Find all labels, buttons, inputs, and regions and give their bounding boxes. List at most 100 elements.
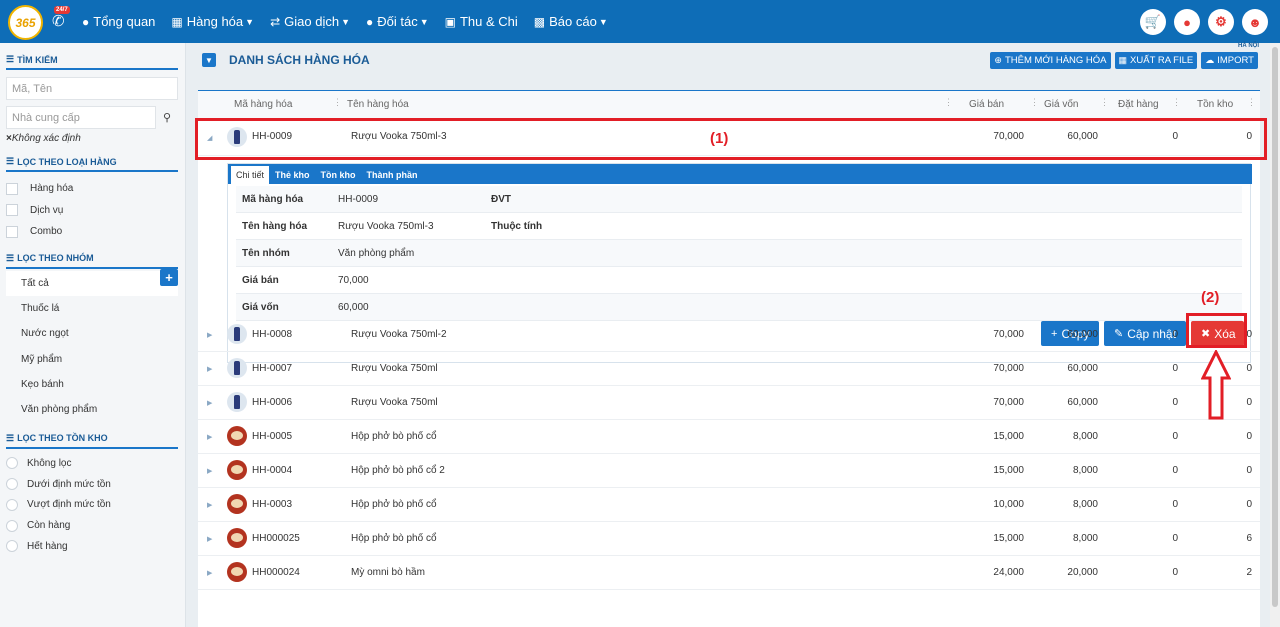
cell-code: HH-0003 [252, 499, 293, 510]
column-menu-icon[interactable]: ⋮ [333, 97, 342, 108]
expand-icon[interactable]: ▶ [207, 399, 212, 407]
detail-tabs: Chi tiết Thẻ kho Tồn kho Thành phần [228, 164, 1252, 184]
type-option-dich-vu[interactable]: Dịch vụ [6, 200, 179, 222]
nav-hang-hoa[interactable]: ▦ Hàng hóa ▼ [171, 14, 254, 29]
gear-icon[interactable]: ⚙ [1208, 9, 1234, 35]
expand-icon[interactable]: ▶ [207, 467, 212, 475]
group-item[interactable]: Thuốc lá [6, 296, 178, 321]
table-row[interactable]: ▶ HH-0006 Rượu Vooka 750ml 70,000 60,000 0 0 [198, 386, 1260, 420]
cell-cost: 8,000 [1072, 431, 1098, 442]
supplier-tag[interactable]: ×Không xác định [6, 133, 179, 144]
radio[interactable] [6, 540, 18, 553]
table-row[interactable]: ▶ HH-0007 Rượu Vooka 750ml 70,000 60,000 0 0 [198, 352, 1260, 386]
expand-icon[interactable]: ▶ [207, 535, 212, 543]
expand-icon[interactable]: ▶ [207, 569, 212, 577]
table-row[interactable]: ▶ HH-0005 Hộp phở bò phố cổ 15,000 8,000 0 0 [198, 420, 1260, 454]
checkbox[interactable] [6, 225, 18, 238]
column-header-name[interactable]: Tên hàng hóa [347, 91, 409, 119]
column-header-cost[interactable]: Giá vốn [1044, 91, 1078, 119]
stock-option[interactable]: Không lọc [6, 453, 179, 474]
type-option-combo[interactable]: Combo [6, 221, 179, 243]
detail-label: Tên nhóm [242, 248, 290, 259]
filter-sidebar: ☰ TÌM KIẾM Mã, Tên Nhà cung cấp ⚲ ×Không … [0, 43, 186, 627]
group-item[interactable]: Văn phòng phẩm [6, 397, 178, 422]
column-menu-icon[interactable]: ⋮ [944, 97, 953, 108]
stock-option[interactable]: Hết hàng [6, 536, 179, 557]
tab-ton-kho[interactable]: Tồn kho [316, 166, 361, 184]
cell-code: HH-0005 [252, 431, 293, 442]
expand-icon[interactable]: ▶ [207, 365, 212, 373]
support-badge: 24/7 [54, 6, 70, 14]
location-icon[interactable]: ● [1174, 9, 1200, 35]
nav-bao-cao[interactable]: ▩ Báo cáo ▼ [534, 14, 608, 29]
tab-the-kho[interactable]: Thẻ kho [270, 166, 315, 184]
cart-icon[interactable]: 🛒 [1140, 9, 1166, 35]
radio[interactable] [6, 478, 18, 491]
table-row[interactable]: ▶ HH000025 Hộp phở bò phố cổ 15,000 8,000 0 6 [198, 522, 1260, 556]
table-row[interactable]: ▶ HH000024 Mỳ omni bò hầm 24,000 20,000 0 2 [198, 556, 1260, 590]
group-item[interactable]: Mỹ phẩm [6, 347, 178, 372]
radio[interactable] [6, 457, 18, 470]
group-item[interactable]: Nước ngọt [6, 321, 178, 346]
nav-tong-quan[interactable]: ● Tổng quan [82, 14, 155, 29]
column-menu-icon[interactable]: ⋮ [1172, 97, 1181, 108]
phone-icon[interactable]: ✆ [52, 12, 72, 32]
checkbox[interactable] [6, 204, 18, 217]
cell-price: 70,000 [993, 329, 1024, 340]
stock-option[interactable]: Vượt định mức tồn [6, 494, 179, 515]
checkbox[interactable] [6, 182, 18, 195]
app-logo[interactable]: 365 [8, 5, 43, 40]
expand-icon[interactable]: ▶ [207, 433, 212, 441]
column-header-stock[interactable]: Tồn kho [1197, 91, 1233, 119]
radio[interactable] [6, 519, 18, 532]
add-product-button[interactable]: ⊕ THÊM MỚI HÀNG HÓA [990, 52, 1111, 69]
column-menu-icon[interactable]: ⋮ [1100, 97, 1109, 108]
list-icon: ☰ [6, 54, 15, 64]
add-group-button[interactable]: + [160, 268, 178, 286]
stock-option[interactable]: Dưới định mức tồn [6, 474, 179, 495]
button-label: THÊM MỚI HÀNG HÓA [1004, 55, 1107, 66]
export-file-button[interactable]: ▦ XUẤT RA FILE [1114, 52, 1198, 69]
scrollbar-thumb[interactable] [1272, 47, 1278, 607]
nav-giao-dich[interactable]: ⇄ Giao dịch ▼ [270, 14, 350, 29]
type-option-hang-hoa[interactable]: Hàng hóa [6, 178, 179, 200]
group-item-all[interactable]: Tất cả [6, 270, 178, 296]
table-row[interactable]: ▶ HH-0003 Hộp phở bò phố cổ 10,000 8,000 0 0 [198, 488, 1260, 522]
search-section-title: ☰ TÌM KIẾM [6, 54, 178, 70]
supplier-input[interactable]: Nhà cung cấp [6, 106, 156, 129]
column-header-code[interactable]: Mã hàng hóa [234, 91, 292, 119]
nav-doi-tac[interactable]: ● Đối tác ▼ [366, 14, 429, 29]
nav-thu-chi[interactable]: ▣ Thu & Chi [445, 14, 518, 29]
search-input[interactable]: Mã, Tên [6, 77, 178, 100]
top-navbar: 365 ✆ 24/7 ● Tổng quan ▦ Hàng hóa ▼ ⇄ Giao d… [0, 0, 1280, 43]
column-header-price[interactable]: Giá bán [969, 91, 1004, 119]
group-item[interactable]: Kẹo bánh [6, 372, 178, 397]
product-thumbnail [227, 460, 247, 480]
table-row[interactable]: ▶ HH-0004 Hộp phở bò phố cổ 2 15,000 8,000 0 0 [198, 454, 1260, 488]
cell-cost: 8,000 [1072, 499, 1098, 510]
filter-icon[interactable]: ▼ [202, 53, 216, 67]
tab-chi-tiet[interactable]: Chi tiết [231, 166, 270, 184]
page-scrollbar[interactable] [1270, 43, 1280, 627]
money-icon: ▣ [444, 14, 456, 29]
user-icon[interactable]: ☻ [1242, 9, 1268, 35]
exchange-icon: ⇄ [270, 14, 281, 29]
column-menu-icon[interactable]: ⋮ [1030, 97, 1039, 108]
stock-option[interactable]: Còn hàng [6, 515, 179, 536]
stock-filter-list: Không lọc Dưới định mức tồn Vượt định mứ… [6, 453, 179, 557]
table-row[interactable]: ▶ HH-0008 Rượu Vooka 750ml-2 70,000 60,000 0 0 [198, 318, 1260, 352]
tab-thanh-phan[interactable]: Thành phần [362, 166, 423, 184]
detail-row: Tên hàng hóa Rượu Vooka 750ml-3 Thuộc tí… [236, 213, 1242, 240]
expand-icon[interactable]: ▶ [207, 501, 212, 509]
column-menu-icon[interactable]: ⋮ [1247, 97, 1256, 108]
expand-icon[interactable]: ▶ [207, 331, 212, 339]
search-icon[interactable]: ⚲ [156, 111, 178, 124]
column-header-ordered[interactable]: Đặt hàng [1118, 91, 1159, 119]
grid-header: Mã hàng hóa ⋮ Tên hàng hóa ⋮ Giá bán ⋮ G… [198, 91, 1260, 119]
cell-ordered: 0 [1172, 431, 1178, 442]
detail-label: Giá vốn [242, 302, 279, 313]
bar-chart-icon: ▩ [533, 14, 546, 29]
import-button[interactable]: ☁ IMPORT [1201, 52, 1258, 69]
detail-value: Rượu Vooka 750ml-3 [338, 221, 434, 232]
radio[interactable] [6, 498, 18, 511]
